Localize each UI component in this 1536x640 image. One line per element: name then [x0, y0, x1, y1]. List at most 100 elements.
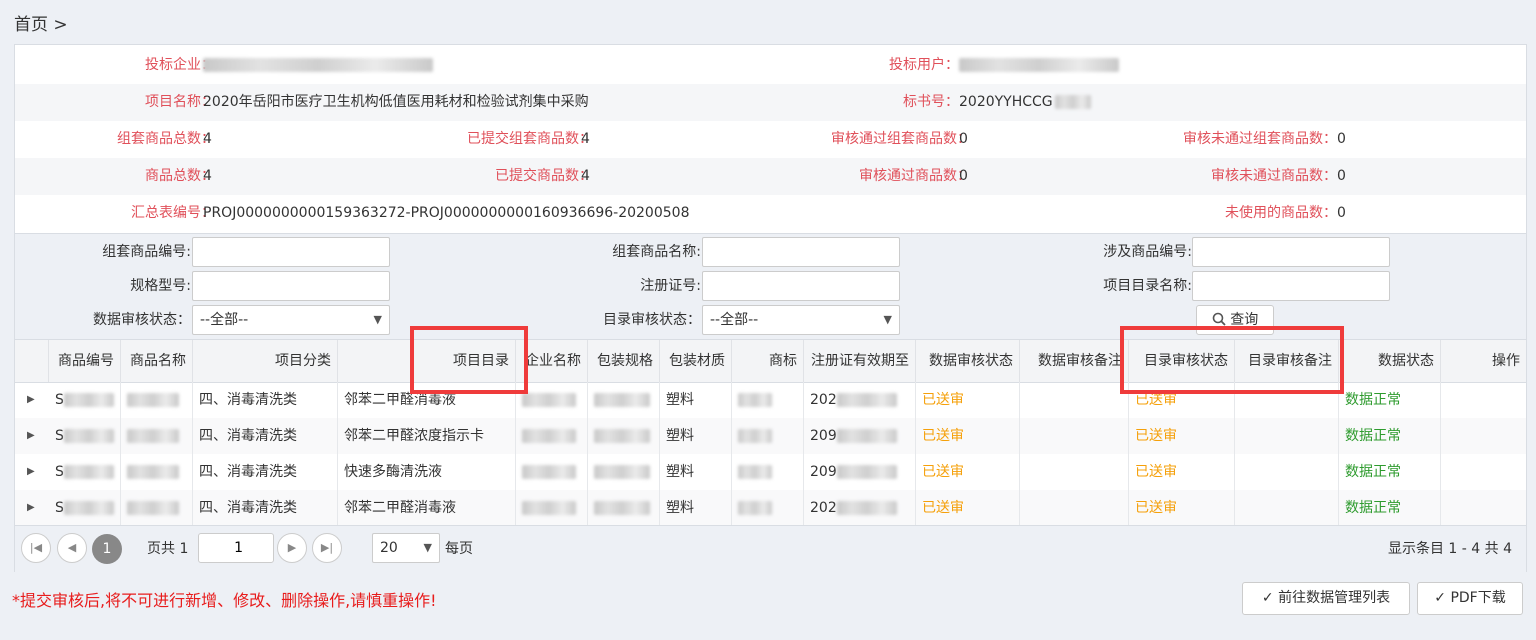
col-goods-code[interactable]: 商品编号	[49, 340, 121, 382]
table-row[interactable]: ▶ S 四、消毒清洗类 邻苯二甲醛浓度指示卡 塑料 209 已送审 已送审 数据…	[15, 418, 1526, 454]
unused-value: 0	[1337, 205, 1346, 221]
project-info-panel: 投标企业： 投标用户： 项目名称： 2020年岳阳市医疗卫生机构低值医用耗材和检…	[14, 44, 1527, 572]
cell-operation	[1441, 418, 1526, 454]
reg-cert-input[interactable]	[702, 271, 900, 301]
page-number-input[interactable]	[198, 533, 274, 563]
cell-pack-spec	[588, 454, 660, 490]
highlight-catalog-column	[410, 326, 528, 394]
expander-header	[15, 340, 49, 382]
tender-no-label: 标书号：	[903, 94, 959, 110]
cell-data-audit-note	[1020, 418, 1129, 454]
goto-data-list-button[interactable]: ✓ 前往数据管理列表	[1242, 582, 1410, 615]
next-page-icon[interactable]: ▶	[277, 533, 307, 563]
catalog-audit-label: 目录审核状态：	[603, 312, 701, 328]
cell-operation	[1441, 490, 1526, 526]
page-of-label: 页共 1	[147, 541, 189, 557]
cell-brand	[732, 454, 804, 490]
cell-brand	[732, 418, 804, 454]
cell-catalog-audit-note	[1235, 418, 1339, 454]
spec-label: 规格型号:	[130, 278, 191, 294]
cell-catalog-audit-note	[1235, 454, 1339, 490]
data-audit-select[interactable]: --全部-- ▼	[192, 305, 390, 335]
goods-passed-value: 0	[959, 168, 968, 184]
col-goods-name[interactable]: 商品名称	[121, 340, 193, 382]
cell-catalog-audit-note	[1235, 490, 1339, 526]
page-size-select[interactable]: 20 ▼	[372, 533, 440, 563]
bundle-code-input[interactable]	[192, 237, 390, 267]
goods-total-value: 4	[203, 168, 212, 184]
project-name-value: 2020年岳阳市医疗卫生机构低值医用耗材和检验试剂集中采购	[203, 94, 589, 110]
cell-goods-name	[121, 454, 193, 490]
cell-data-status: 数据正常	[1339, 382, 1441, 418]
bundle-submitted-label: 已提交组套商品数：	[467, 131, 593, 147]
expand-row-icon[interactable]: ▶	[27, 382, 35, 418]
summary-no-value: PROJ0000000000159363272-PROJ000000000016…	[203, 205, 690, 221]
bundle-total-value: 4	[203, 131, 212, 147]
cell-data-audit: 已送审	[916, 418, 1020, 454]
cell-pack-spec	[588, 418, 660, 454]
filter-area: 组套商品编号: 组套商品名称: 涉及商品编号: 规格型号: 注册证号: 项目目录…	[15, 233, 1526, 340]
info-row-bundle-counts: 组套商品总数： 4 已提交组套商品数： 4 审核通过组套商品数： 0 审核未通过…	[15, 121, 1526, 158]
related-goods-input[interactable]	[1192, 237, 1390, 267]
cell-goods-name	[121, 418, 193, 454]
cell-company	[516, 490, 588, 526]
catalog-name-input[interactable]	[1192, 271, 1390, 301]
goods-failed-value: 0	[1337, 168, 1346, 184]
cell-company	[516, 454, 588, 490]
cell-pack-material: 塑料	[660, 454, 732, 490]
cell-goods-code: S	[49, 490, 121, 526]
col-data-audit[interactable]: 数据审核状态	[916, 340, 1020, 382]
page-summary: 显示条目 1 - 4 共 4	[1387, 541, 1512, 557]
chevron-down-icon: ▼	[883, 313, 892, 326]
table-row[interactable]: ▶ S 四、消毒清洗类 邻苯二甲醛消毒液 塑料 202 已送审 已送审 数据正常	[15, 490, 1526, 526]
chevron-down-icon: ▼	[423, 541, 432, 554]
cell-cert-expiry: 202	[804, 382, 916, 418]
col-pack-spec[interactable]: 包装规格	[588, 340, 660, 382]
page-size-value: 20	[380, 540, 398, 556]
prev-page-icon[interactable]: ◀	[57, 533, 87, 563]
check-icon: ✓	[1434, 590, 1446, 606]
cell-data-audit-note	[1020, 454, 1129, 490]
expand-row-icon[interactable]: ▶	[27, 454, 35, 490]
expand-row-icon[interactable]: ▶	[27, 418, 35, 454]
bundle-total-label: 组套商品总数：	[117, 131, 215, 147]
pdf-download-button[interactable]: ✓ PDF下载	[1417, 582, 1523, 615]
bundle-passed-label: 审核通过组套商品数：	[831, 131, 971, 147]
cell-goods-code: S	[49, 382, 121, 418]
cell-goods-name	[121, 490, 193, 526]
bid-company-value	[203, 47, 433, 84]
goods-submitted-label: 已提交商品数：	[495, 168, 593, 184]
last-page-icon[interactable]: ▶|	[312, 533, 342, 563]
bundle-name-input[interactable]	[702, 237, 900, 267]
catalog-audit-select[interactable]: --全部-- ▼	[702, 305, 900, 335]
first-page-icon[interactable]: |◀	[21, 533, 51, 563]
catalog-audit-select-value: --全部--	[710, 312, 759, 328]
col-data-audit-note[interactable]: 数据审核备注	[1020, 340, 1129, 382]
bundle-failed-value: 0	[1337, 131, 1346, 147]
col-operation[interactable]: 操作	[1441, 340, 1526, 382]
breadcrumb[interactable]: 首页 >	[14, 10, 68, 35]
cell-data-audit: 已送审	[916, 490, 1020, 526]
cell-cert-expiry: 202	[804, 490, 916, 526]
reg-cert-label: 注册证号:	[640, 278, 701, 294]
info-row-summary: 汇总表编号： PROJ0000000000159363272-PROJ00000…	[15, 195, 1526, 232]
info-row-project: 项目名称： 2020年岳阳市医疗卫生机构低值医用耗材和检验试剂集中采购 标书号：…	[15, 84, 1526, 121]
col-cert-expiry[interactable]: 注册证有效期至	[804, 340, 916, 382]
cell-pack-material: 塑料	[660, 418, 732, 454]
current-page-badge[interactable]: 1	[92, 534, 122, 564]
check-icon: ✓	[1261, 590, 1274, 606]
cell-catalog-audit: 已送审	[1129, 490, 1235, 526]
cell-category: 四、消毒清洗类	[193, 490, 338, 526]
col-category[interactable]: 项目分类	[193, 340, 338, 382]
col-data-status[interactable]: 数据状态	[1339, 340, 1441, 382]
bundle-code-label: 组套商品编号:	[102, 244, 191, 260]
spec-input[interactable]	[192, 271, 390, 301]
col-pack-material[interactable]: 包装材质	[660, 340, 732, 382]
col-brand[interactable]: 商标	[732, 340, 804, 382]
table-row[interactable]: ▶ S 四、消毒清洗类 快速多酶清洗液 塑料 209 已送审 已送审 数据正常	[15, 454, 1526, 490]
goods-submitted-value: 4	[581, 168, 590, 184]
bundle-passed-value: 0	[959, 131, 968, 147]
expand-row-icon[interactable]: ▶	[27, 490, 35, 526]
cell-goods-name	[121, 382, 193, 418]
cell-cert-expiry: 209	[804, 454, 916, 490]
